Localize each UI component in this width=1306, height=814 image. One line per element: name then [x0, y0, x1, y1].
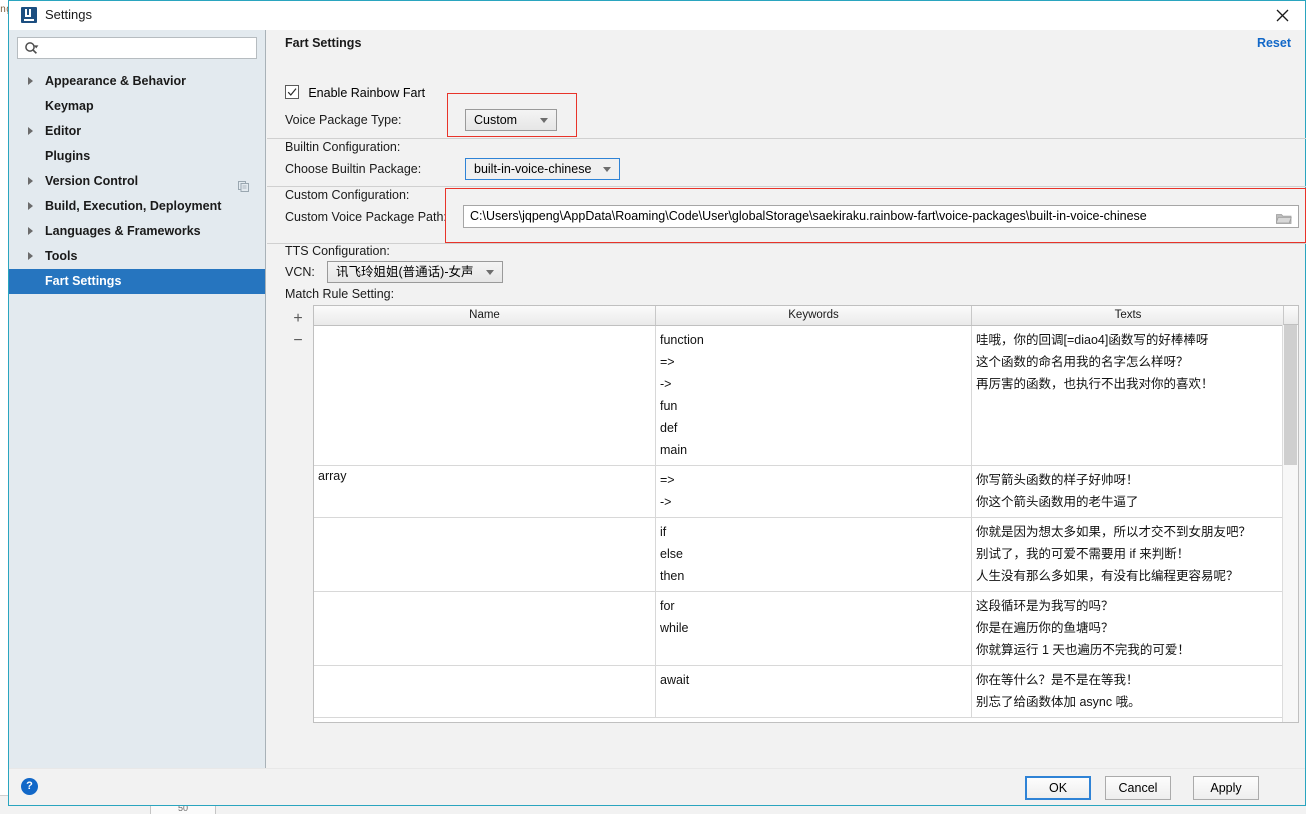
settings-dialog: Settings Appearance & Behavior Keymap Ed… — [8, 0, 1306, 806]
sidebar-item-label: Editor — [45, 124, 82, 138]
sidebar-item-label: Build, Execution, Deployment — [45, 199, 222, 213]
copy-icon — [238, 176, 249, 192]
vcn-value: 讯飞玲姐姐(普通话)-女声 — [336, 265, 474, 279]
table-row[interactable]: await 你在等什么？是不是在等我！ 别忘了给函数体加 async 哦。 — [314, 666, 1298, 718]
sidebar-item-label: Version Control — [45, 174, 139, 188]
search-icon — [24, 41, 40, 58]
divider-2 — [267, 186, 1306, 187]
intellij-idea-icon — [21, 7, 37, 23]
cell-keywords: if else then — [656, 518, 972, 591]
sidebar-item-appearance-behavior[interactable]: Appearance & Behavior — [9, 69, 265, 94]
dialog-body: Appearance & Behavior Keymap Editor Plug… — [9, 30, 1306, 770]
table-toolbar: + − — [287, 308, 311, 352]
table-row[interactable]: array => -> 你写箭头函数的样子好帅呀！ 你这个箭头函数用的老牛逼了 — [314, 466, 1298, 518]
chevron-right-icon — [28, 77, 33, 85]
table-scrollbar-thumb[interactable] — [1284, 325, 1297, 465]
sidebar-item-plugins[interactable]: Plugins — [9, 144, 265, 169]
ok-button[interactable]: OK — [1025, 776, 1091, 800]
chevron-right-icon — [28, 177, 33, 185]
sidebar-item-languages-frameworks[interactable]: Languages & Frameworks — [9, 219, 265, 244]
reset-link[interactable]: Reset — [1257, 36, 1291, 50]
sidebar-item-tools[interactable]: Tools — [9, 244, 265, 269]
sidebar-item-label: Tools — [45, 249, 78, 263]
sidebar-item-label: Languages & Frameworks — [45, 224, 201, 238]
custom-voice-package-path-label: Custom Voice Package Path: — [285, 210, 447, 224]
custom-configuration-label: Custom Configuration: — [285, 188, 410, 202]
enable-rainbow-fart-row[interactable]: Enable Rainbow Fart — [285, 85, 425, 100]
close-icon[interactable] — [1259, 1, 1305, 29]
cell-name: array — [318, 469, 347, 483]
sidebar-item-fart-settings[interactable]: Fart Settings — [9, 269, 265, 294]
table-column-header-texts[interactable]: Texts — [972, 306, 1284, 325]
match-rule-table: Name Keywords Texts function => -> fun d… — [313, 305, 1299, 723]
chevron-right-icon — [28, 127, 33, 135]
screen: ngocca­ isFpa­ U pt S c 50 Settings — [0, 0, 1306, 814]
table-column-header-keywords[interactable]: Keywords — [656, 306, 972, 325]
cell-texts: 这段循环是为我写的吗？ 你是在遍历你的鱼塘吗？ 你就算运行 1 天也遍历不完我的… — [976, 599, 1190, 657]
sidebar-item-label: Fart Settings — [45, 274, 122, 288]
table-scrollbar[interactable] — [1282, 325, 1298, 722]
settings-sidebar: Appearance & Behavior Keymap Editor Plug… — [9, 30, 266, 770]
sidebar-item-keymap[interactable]: Keymap — [9, 94, 265, 119]
vcn-select[interactable]: 讯飞玲姐姐(普通话)-女声 — [327, 261, 503, 283]
sidebar-item-label: Appearance & Behavior — [45, 74, 187, 88]
custom-voice-package-path-input[interactable]: C:\Users\jqpeng\AppData\Roaming\Code\Use… — [463, 205, 1299, 228]
builtin-package-select[interactable]: built-in-voice-chinese — [465, 158, 620, 180]
cell-texts: 你就是因为想太多如果，所以才交不到女朋友吧？ 别试了，我的可爱不需要用 if 来… — [976, 525, 1252, 583]
cell-texts: 你写箭头函数的样子好帅呀！ 你这个箭头函数用的老牛逼了 — [976, 473, 1139, 509]
builtin-configuration-label: Builtin Configuration: — [285, 140, 401, 154]
builtin-package-value: built-in-voice-chinese — [474, 162, 592, 176]
tts-configuration-label: TTS Configuration: — [285, 244, 390, 258]
sidebar-item-build-execution-deployment[interactable]: Build, Execution, Deployment — [9, 194, 265, 219]
voice-package-type-value: Custom — [474, 113, 518, 127]
content-header: Fart Settings Reset — [267, 30, 1305, 57]
search-wrapper — [9, 30, 265, 60]
chevron-down-icon — [540, 118, 548, 123]
chevron-down-icon — [486, 270, 494, 275]
sidebar-item-version-control[interactable]: Version Control — [9, 169, 265, 194]
dialog-title: Settings — [45, 7, 92, 22]
voice-package-type-select[interactable]: Custom — [465, 109, 557, 131]
table-row[interactable]: for while 这段循环是为我写的吗？ 你是在遍历你的鱼塘吗？ 你就算运行 … — [314, 592, 1298, 666]
chevron-down-icon — [603, 167, 611, 172]
table-row[interactable]: function => -> fun def main 哇哦，你的回调[=dia… — [314, 326, 1298, 466]
table-row[interactable]: if else then 你就是因为想太多如果，所以才交不到女朋友吧？ 别试了，… — [314, 518, 1298, 592]
chevron-right-icon — [28, 252, 33, 260]
table-scroll-corner — [1283, 306, 1298, 325]
sidebar-item-label: Keymap — [45, 99, 94, 113]
table-header-row: Name Keywords Texts — [314, 306, 1298, 326]
sidebar-item-label: Plugins — [45, 149, 91, 163]
dialog-footer: ? OK Cancel Apply — [9, 768, 1305, 805]
enable-rainbow-fart-label: Enable Rainbow Fart — [308, 86, 426, 100]
enable-rainbow-fart-checkbox[interactable] — [285, 85, 299, 99]
match-rule-setting-label: Match Rule Setting: — [285, 287, 395, 301]
divider-3 — [267, 243, 1306, 244]
page-title: Fart Settings — [285, 36, 362, 50]
cell-keywords: => -> — [656, 466, 972, 517]
divider-1 — [267, 138, 1306, 139]
cell-keywords: await — [656, 666, 972, 717]
choose-builtin-package-label: Choose Builtin Package: — [285, 162, 422, 176]
cell-texts: 你在等什么？是不是在等我！ 别忘了给函数体加 async 哦。 — [976, 673, 1141, 709]
cell-keywords: for while — [656, 592, 972, 665]
custom-voice-package-path-value: C:\Users\jqpeng\AppData\Roaming\Code\Use… — [470, 209, 1147, 223]
chevron-right-icon — [28, 227, 33, 235]
sidebar-item-editor[interactable]: Editor — [9, 119, 265, 144]
cell-texts: 哇哦，你的回调[=diao4]函数写的好棒棒呀 这个函数的命名用我的名字怎么样呀… — [976, 333, 1214, 391]
help-button[interactable]: ? — [21, 778, 38, 795]
vcn-label: VCN: — [285, 265, 315, 279]
apply-button[interactable]: Apply — [1193, 776, 1259, 800]
settings-tree: Appearance & Behavior Keymap Editor Plug… — [9, 69, 265, 294]
add-row-button[interactable]: + — [287, 308, 309, 330]
search-box[interactable] — [17, 37, 257, 60]
voice-package-type-label: Voice Package Type: — [285, 113, 402, 127]
cell-keywords: function => -> fun def main — [656, 326, 972, 465]
search-input[interactable] — [48, 38, 254, 60]
folder-open-icon[interactable] — [1275, 211, 1292, 227]
dialog-titlebar: Settings — [9, 1, 1305, 30]
remove-row-button[interactable]: − — [287, 330, 309, 352]
table-column-header-name[interactable]: Name — [314, 306, 656, 325]
chevron-right-icon — [28, 202, 33, 210]
cancel-button[interactable]: Cancel — [1105, 776, 1171, 800]
